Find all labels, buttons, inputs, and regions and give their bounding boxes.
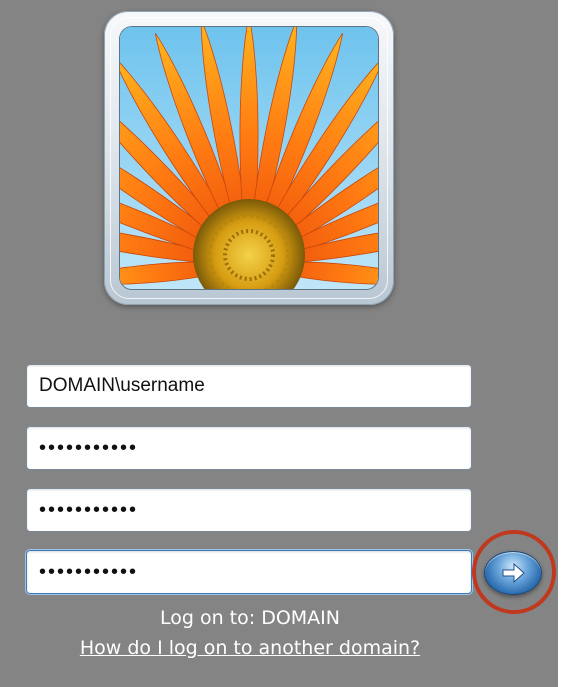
flower-avatar-icon [120, 27, 378, 289]
logon-domain-label: Log on to: DOMAIN [160, 607, 340, 629]
user-avatar-frame [104, 11, 394, 305]
password-input[interactable] [26, 426, 472, 470]
submit-arrow-button[interactable] [484, 551, 542, 595]
logon-panel: Log on to: DOMAIN How do I log on to ano… [0, 0, 558, 687]
arrow-right-icon [502, 562, 525, 584]
another-domain-help-link[interactable]: How do I log on to another domain? [0, 637, 500, 659]
new-password-input[interactable] [26, 488, 472, 532]
user-avatar-image [120, 27, 378, 289]
confirm-password-input[interactable] [26, 550, 472, 594]
username-input[interactable] [26, 364, 472, 408]
